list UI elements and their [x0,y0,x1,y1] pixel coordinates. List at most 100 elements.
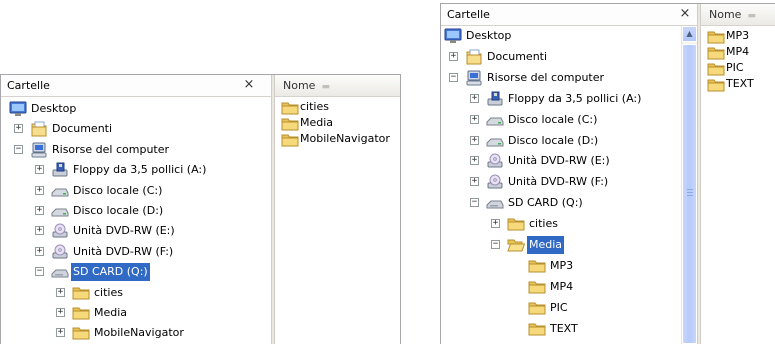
tree-item[interactable]: Desktop [441,27,681,45]
my-documents-icon [30,121,48,137]
tree-scrollbar[interactable]: ▲ [681,26,697,344]
tree-item[interactable]: + Disco locale (C:) [441,111,681,129]
tree-item-label: Disco locale (D:) [73,204,164,217]
close-folders-pane-button[interactable]: × [241,75,257,95]
tree-item[interactable]: − SD CARD (Q:) [1,263,271,282]
collapse-icon[interactable]: − [14,144,23,154]
expand-icon[interactable]: + [56,287,65,297]
tree-item[interactable]: − SD CARD (Q:) [441,194,681,212]
folder-icon [72,285,90,301]
expand-icon[interactable]: + [35,165,44,175]
folder-icon [528,279,546,295]
expand-icon[interactable]: + [56,308,65,317]
tree-item-label: Desktop [466,29,512,42]
expand-icon[interactable]: + [470,135,479,145]
tree-item[interactable]: − Media [441,236,681,254]
expand-icon[interactable]: + [14,124,23,134]
tree-item[interactable]: + Unità DVD-RW (F:) [1,243,271,261]
expand-icon[interactable]: + [35,185,44,195]
tree-item[interactable]: − Risorse del computer [441,69,681,87]
expand-icon[interactable]: + [470,114,479,124]
tree-item-label: Disco locale (C:) [508,112,598,126]
file-list-item-label: Media [300,116,334,129]
expand-icon[interactable]: + [470,93,479,103]
file-list-item-label: TEXT [726,77,754,90]
name-column-label: Nome [709,8,742,21]
tree-item[interactable]: + Disco locale (C:) [1,182,271,200]
folder-icon [528,300,546,316]
expand-icon[interactable]: + [35,246,44,256]
desktop-icon [9,101,27,117]
folder-icon [281,100,299,115]
folder-icon [72,325,90,341]
my-computer-icon [30,142,48,158]
tree-item[interactable]: + Documenti [441,48,681,66]
tree-item-label: Unità DVD-RW (E:) [73,224,175,238]
hard-disk-icon [51,203,69,219]
my-computer-icon [465,70,483,86]
file-list-item-label: MP4 [726,45,750,58]
tree-item-label: Media [527,236,565,254]
tree-item[interactable]: PIC [441,299,681,317]
folders-pane-header: Cartelle [441,4,697,26]
tree-item-label: MP4 [550,279,574,293]
tree-item[interactable]: + Unità DVD-RW (E:) [1,222,271,240]
tree-item[interactable]: MP4 [441,278,681,296]
open-folder-icon [507,237,526,253]
tree-item-label: Disco locale (D:) [508,133,599,147]
tree-item[interactable]: + cities [441,215,681,233]
scroll-thumb[interactable] [682,44,697,344]
tree-item-label: Risorse del computer [52,142,170,156]
dvd-drive-icon [486,153,504,169]
tree-item[interactable]: + Disco locale (D:) [441,132,681,150]
tree-item[interactable]: + Unità DVD-RW (F:) [441,173,681,191]
close-folders-pane-button[interactable]: × [677,4,693,24]
tree-item-label: Unità DVD-RW (F:) [508,175,609,189]
hard-disk-icon [51,183,69,199]
folder-icon [528,321,546,337]
expand-icon[interactable]: + [491,219,500,229]
scroll-up-arrow-icon[interactable]: ▲ [682,26,697,42]
name-column-header[interactable]: Nome ▬ [701,4,775,26]
collapse-icon[interactable]: − [491,240,500,249]
folder-tree: Desktop + Documenti − Risorse del computer + F… [441,26,681,344]
folders-pane-title: Cartelle [447,8,490,21]
right-explorer-window: Cartelle × Desktop + Documenti − Risorse del… [440,3,775,344]
expand-icon[interactable]: + [470,177,479,187]
folder-tree: Desktop + Documenti − Risorse del computer + F… [1,97,271,344]
tree-item-label: Unità DVD-RW (F:) [73,244,174,258]
tree-item-label: cities [529,217,558,231]
tree-item-label: Desktop [31,102,77,115]
tree-item[interactable]: + Media [1,304,271,322]
tree-item[interactable]: + Floppy da 3,5 pollici (A:) [1,161,271,179]
desktop-icon [444,28,462,44]
name-column-header[interactable]: Nome ▬ [275,75,400,97]
tree-item[interactable]: + MobileNavigator [1,324,271,342]
tree-item[interactable]: + Disco locale (D:) [1,202,271,220]
tree-item[interactable]: − Risorse del computer [1,141,271,159]
folder-icon [281,116,299,131]
tree-item-label: MobileNavigator [94,326,184,340]
tree-item[interactable]: MP3 [441,257,681,275]
tree-item[interactable]: + Floppy da 3,5 pollici (A:) [441,90,681,108]
expand-icon[interactable]: + [449,51,458,61]
floppy-drive-icon [486,91,504,107]
expand-icon[interactable]: + [35,226,44,236]
tree-item-label: TEXT [550,321,578,335]
tree-item[interactable]: + cities [1,284,271,302]
hard-disk-icon [486,133,504,149]
collapse-icon[interactable]: − [470,198,479,208]
expand-icon[interactable]: + [470,156,479,166]
tree-item[interactable]: + Unità DVD-RW (E:) [441,152,681,170]
left-explorer-window: Cartelle × Desktop + Documenti − Risorse del… [0,74,401,344]
tree-item[interactable]: Desktop [1,100,271,118]
collapse-icon[interactable]: − [449,72,458,82]
collapse-icon[interactable]: − [35,267,44,277]
tree-item[interactable]: TEXT [441,320,681,338]
tree-item[interactable]: + Documenti [1,120,271,138]
expand-icon[interactable]: + [35,206,44,215]
dvd-drive-icon [51,223,69,239]
dvd-drive-icon [486,174,504,190]
expand-icon[interactable]: + [56,328,65,338]
tree-item-label: SD CARD (Q:) [508,196,583,210]
